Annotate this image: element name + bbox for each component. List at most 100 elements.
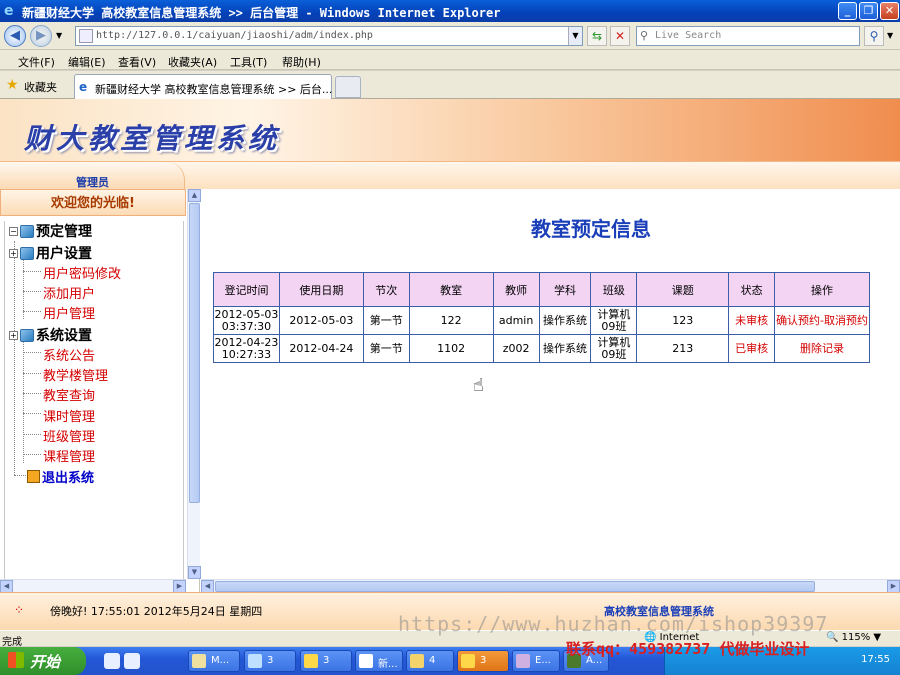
- start-button[interactable]: 开始: [0, 647, 86, 675]
- tree-connector: [23, 454, 41, 455]
- cell-action: 确认预约-取消预约: [774, 306, 870, 335]
- tree-node-user-settings[interactable]: + 用户设置: [9, 243, 92, 263]
- ie-icon: [248, 654, 262, 668]
- tree-connector: [23, 352, 41, 353]
- tree-connector: [23, 434, 41, 435]
- cell-class: 计算机 09班: [590, 334, 638, 363]
- scroll-up-icon[interactable]: ▲: [188, 189, 201, 202]
- cell-reg-time: 2012-05-03 03:37:30: [213, 306, 280, 335]
- col-teacher: 教师: [492, 272, 540, 307]
- nav-link-system-notice[interactable]: 系统公告: [43, 345, 95, 364]
- back-button[interactable]: ◀: [4, 25, 26, 47]
- menu-file[interactable]: 文件(F): [18, 54, 55, 70]
- search-input[interactable]: ⚲ Live Search: [636, 26, 860, 46]
- menu-view[interactable]: 查看(V): [118, 54, 156, 70]
- sub-band: 管理员: [0, 161, 900, 190]
- url-dropdown-icon[interactable]: ▼: [568, 27, 582, 45]
- menu-favorites[interactable]: 收藏夹(A): [168, 54, 217, 70]
- nav-link-exit[interactable]: 退出系统: [27, 467, 94, 486]
- collapse-icon[interactable]: +: [9, 330, 18, 340]
- close-button[interactable]: ✕: [880, 2, 899, 20]
- nav-tree: − 预定管理 + 用户设置 用户密码修改 添加用户 用户管理 + 系统设置 系统公告 …: [4, 221, 184, 581]
- system-title: 财大教室管理系统: [24, 122, 281, 155]
- nav-link-add-user[interactable]: 添加用户: [43, 283, 95, 302]
- nav-link-building-management[interactable]: 教学楼管理: [43, 365, 108, 384]
- taskbar-button[interactable]: 4: [406, 650, 454, 672]
- refresh-button[interactable]: ⇆: [587, 26, 607, 46]
- nav-link-class-management[interactable]: 班级管理: [43, 426, 95, 445]
- tree-node-booking[interactable]: − 预定管理: [9, 221, 92, 241]
- tree-connector: [23, 373, 41, 374]
- tree-connector: [23, 311, 41, 312]
- cell-period: 第一节: [362, 334, 410, 363]
- tree-node-system-settings[interactable]: + 系统设置: [9, 325, 92, 345]
- favorites-label[interactable]: 收藏夹: [24, 79, 57, 95]
- favorites-star-icon[interactable]: ★: [6, 77, 19, 93]
- col-room: 教室: [408, 272, 494, 307]
- maximize-button[interactable]: ❐: [859, 2, 878, 20]
- nav-link-classroom-query[interactable]: 教室查询: [43, 385, 95, 404]
- url-input[interactable]: http://127.0.0.1/caiyuan/jiaoshi/adm/ind…: [75, 26, 583, 46]
- search-options-icon[interactable]: ▼: [887, 31, 893, 40]
- cell-status: 未审核: [728, 306, 776, 335]
- history-dropdown-icon[interactable]: ▼: [56, 31, 62, 40]
- scroll-down-icon[interactable]: ▼: [188, 566, 201, 579]
- cell-action: 删除记录: [774, 334, 870, 363]
- folder-icon: [20, 328, 34, 342]
- page-heading: 教室预定信息: [531, 217, 651, 241]
- tree-connector: [23, 393, 41, 394]
- browser-tab[interactable]: e 新疆财经大学 高校教室信息管理系统 >> 后台...: [74, 74, 332, 99]
- left-horizontal-scrollbar[interactable]: ◀ ▶: [0, 579, 186, 593]
- folder-icon: [410, 654, 424, 668]
- collapse-icon[interactable]: +: [9, 248, 18, 258]
- taskbar-button[interactable]: E...: [512, 650, 560, 672]
- cell-subject: 操作系统: [538, 334, 592, 363]
- app-icon: [516, 654, 530, 668]
- windows-logo-icon: [8, 652, 24, 668]
- qq-icon: [461, 654, 475, 668]
- nav-link-user-management[interactable]: 用户管理: [43, 303, 95, 322]
- cell-status: 已审核: [728, 334, 776, 363]
- scroll-thumb[interactable]: [189, 203, 200, 503]
- forward-button[interactable]: ▶: [30, 25, 52, 47]
- search-go-button[interactable]: ⚲: [864, 26, 884, 46]
- zoom-level[interactable]: 🔍 115% ▼: [826, 632, 881, 643]
- menu-help[interactable]: 帮助(H): [282, 54, 321, 70]
- taskbar-button[interactable]: 3: [300, 650, 352, 672]
- nav-link-course-management[interactable]: 课程管理: [43, 446, 95, 465]
- col-reg-time: 登记时间: [213, 272, 280, 307]
- stop-button[interactable]: ✕: [610, 26, 630, 46]
- folder-icon: [20, 224, 34, 238]
- greeting-time: 傍晚好! 17:55:01 2012年5月24日 星期四: [50, 605, 263, 618]
- taskbar-button[interactable]: M...: [188, 650, 240, 672]
- favorites-bar: ★ 收藏夹 e 新疆财经大学 高校教室信息管理系统 >> 后台...: [0, 71, 900, 99]
- left-vertical-scrollbar[interactable]: ▲ ▼: [187, 189, 201, 579]
- taskbar-button[interactable]: 新...: [355, 650, 403, 672]
- minimize-button[interactable]: _: [838, 2, 857, 20]
- collapse-icon[interactable]: −: [9, 226, 18, 236]
- watermark-contact: 联系qq：459382737 代做毕业设计: [566, 640, 810, 658]
- taskbar-button[interactable]: 3: [457, 650, 509, 672]
- hand-cursor-icon: ☝: [473, 375, 484, 396]
- delete-record-link[interactable]: 删除记录: [800, 342, 844, 355]
- quicklaunch-folder-icon[interactable]: [124, 653, 140, 669]
- booking-table: 登记时间 使用日期 节次 教室 教师 学科 班级 课题 状态 操作 2012-0…: [213, 272, 870, 363]
- nav-link-period-management[interactable]: 课时管理: [43, 406, 95, 425]
- watermark-url: https://www.huzhan.com/ishop39397: [398, 612, 829, 636]
- nav-link-change-password[interactable]: 用户密码修改: [43, 263, 121, 282]
- exit-icon: [27, 470, 40, 483]
- table-row: 2012-04-23 10:27:33 2012-04-24 第一节 1102 z…: [213, 334, 870, 363]
- main-horizontal-scrollbar[interactable]: ◀ ▶: [201, 579, 900, 593]
- tab-title: 新疆财经大学 高校教室信息管理系统 >> 后台...: [95, 83, 333, 96]
- menu-tools[interactable]: 工具(T): [230, 54, 267, 70]
- scroll-thumb[interactable]: [215, 581, 815, 592]
- col-period: 节次: [362, 272, 410, 307]
- tree-connector: [14, 241, 15, 475]
- new-tab-button[interactable]: [335, 76, 361, 98]
- role-label: 管理员: [76, 176, 109, 189]
- menu-edit[interactable]: 编辑(E): [68, 54, 106, 70]
- tree-connector: [23, 413, 41, 414]
- confirm-cancel-booking-link[interactable]: 确认预约-取消预约: [776, 314, 868, 327]
- quicklaunch-ie-icon[interactable]: [104, 653, 120, 669]
- taskbar-button[interactable]: 3: [244, 650, 296, 672]
